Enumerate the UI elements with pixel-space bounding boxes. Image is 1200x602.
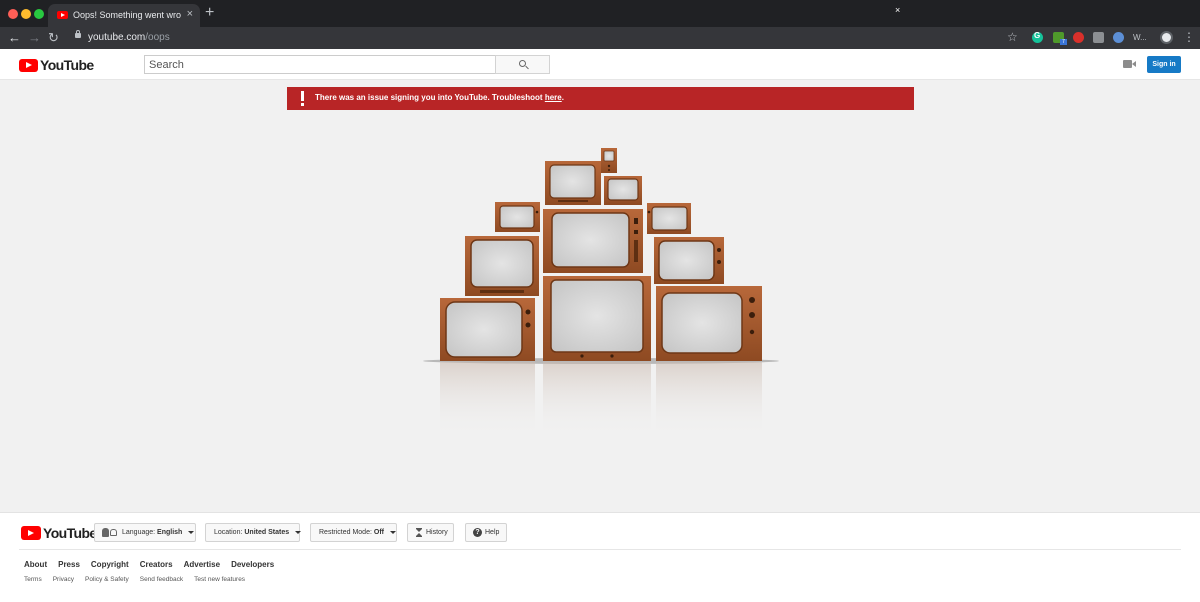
youtube-play-icon <box>19 58 38 72</box>
tv-tiny-top <box>601 148 617 173</box>
new-tab-button[interactable]: + <box>205 4 214 22</box>
browser-menu-icon[interactable]: ⋮ <box>1183 30 1195 44</box>
extension-icon[interactable] <box>1093 32 1104 43</box>
tv-middle-center <box>543 209 643 273</box>
footer-secondary-links: Terms Privacy Policy & Safety Send feedb… <box>24 576 245 583</box>
forward-button[interactable]: → <box>28 29 41 47</box>
tv-bottom-right <box>656 286 762 361</box>
footer-link-privacy[interactable]: Privacy <box>53 576 74 583</box>
language-value: English <box>157 529 183 536</box>
restricted-label: Restricted Mode: <box>319 529 372 536</box>
search-input[interactable] <box>144 55 496 74</box>
location-button[interactable]: Location: United States <box>205 523 302 542</box>
lock-icon[interactable] <box>75 30 81 38</box>
extension-badge: 7 <box>1060 39 1067 45</box>
history-button[interactable]: History <box>407 523 454 542</box>
footer-link-developers[interactable]: Developers <box>231 560 274 569</box>
minimize-window-button[interactable] <box>21 9 31 19</box>
grammarly-extension-icon[interactable] <box>1032 31 1043 43</box>
restricted-mode-button[interactable]: Restricted Mode: Off <box>310 523 397 542</box>
search-icon <box>519 60 526 67</box>
language-icon <box>102 528 118 537</box>
footer-divider <box>19 549 1181 550</box>
footer-link-press[interactable]: Press <box>58 560 80 569</box>
tv-top-right <box>604 176 642 205</box>
browser-tab[interactable]: Oops! Something went wrong. × <box>48 4 200 27</box>
alert-message-text: There was an issue signing you into YouT… <box>315 93 545 102</box>
help-label: Help <box>485 529 500 536</box>
browser-tab-bar: Oops! Something went wrong. × + <box>0 0 1200 27</box>
footer-link-terms[interactable]: Terms <box>24 576 42 583</box>
troubleshoot-link[interactable]: here <box>545 93 562 102</box>
w-extension-icon[interactable]: W... <box>1133 33 1147 44</box>
extension-circle-icon[interactable] <box>1113 32 1124 43</box>
adblock-extension-icon[interactable] <box>1073 32 1084 43</box>
search-button[interactable] <box>495 55 550 74</box>
tab-close-icon[interactable]: × <box>187 8 193 21</box>
footer-link-send-feedback[interactable]: Send feedback <box>140 576 183 583</box>
language-label: Language: <box>122 529 156 536</box>
reload-button[interactable]: ↻ <box>48 29 59 47</box>
footer-link-advertise[interactable]: Advertise <box>184 560 220 569</box>
alert-close-icon[interactable]: × <box>895 5 900 15</box>
youtube-play-icon <box>21 526 41 540</box>
tv-small-right <box>647 203 691 234</box>
tv-bottom-left <box>440 298 535 361</box>
restricted-value: Off <box>373 529 384 536</box>
tab-title: Oops! Something went wrong. <box>73 10 181 20</box>
signin-error-alert: There was an issue signing you into YouT… <box>287 87 914 110</box>
browser-toolbar: ← → ↻ youtube.com/oops ☆ 7 W... ⋮ <box>0 27 1200 49</box>
chevron-down-icon <box>295 530 302 534</box>
footer-primary-links: About Press Copyright Creators Advertise… <box>24 560 274 569</box>
footer-logo-text: YouTube <box>43 525 97 541</box>
tv-reflection <box>440 362 762 437</box>
tv-bottom-center <box>543 276 651 361</box>
tv-middle-left <box>465 236 539 296</box>
exclamation-icon <box>301 91 304 106</box>
footer-link-policy-safety[interactable]: Policy & Safety <box>85 576 129 583</box>
help-button[interactable]: ? Help <box>465 523 507 542</box>
youtube-favicon-icon <box>57 11 68 19</box>
upload-video-icon[interactable] <box>1123 60 1136 68</box>
chevron-down-icon <box>389 530 396 534</box>
language-button[interactable]: Language: English <box>94 523 196 542</box>
footer-youtube-logo[interactable]: YouTube <box>21 525 97 541</box>
tv-small-left <box>495 202 540 232</box>
address-bar[interactable]: youtube.com/oops <box>88 32 170 43</box>
footer-link-copyright[interactable]: Copyright <box>91 560 129 569</box>
tv-top-left <box>545 161 601 205</box>
stacked-tvs-illustration <box>423 148 779 437</box>
url-domain: youtube.com <box>88 32 146 43</box>
bookmark-star-icon[interactable]: ☆ <box>1007 30 1018 44</box>
alert-message: There was an issue signing you into YouT… <box>315 93 564 102</box>
hourglass-icon <box>416 528 422 537</box>
footer-link-creators[interactable]: Creators <box>140 560 173 569</box>
location-value: United States <box>244 529 290 536</box>
page-footer: YouTube Language: English Location: Unit… <box>0 512 1200 602</box>
back-button[interactable]: ← <box>8 29 21 47</box>
zoom-window-button[interactable] <box>34 9 44 19</box>
sign-in-button[interactable]: Sign in <box>1147 56 1181 73</box>
location-label: Location: <box>214 529 243 536</box>
url-path: /oops <box>145 32 170 43</box>
footer-link-test-new-features[interactable]: Test new features <box>194 576 245 583</box>
tv-middle-right <box>654 237 724 284</box>
history-label: History <box>426 529 448 536</box>
footer-link-about[interactable]: About <box>24 560 47 569</box>
youtube-header: YouTube Sign in <box>0 49 1200 80</box>
close-window-button[interactable] <box>8 9 18 19</box>
alert-message-suffix: . <box>561 93 564 102</box>
youtube-logo[interactable]: YouTube <box>19 57 94 73</box>
help-icon: ? <box>473 528 482 537</box>
chevron-down-icon <box>188 530 195 534</box>
youtube-logo-text: YouTube <box>40 57 94 73</box>
profile-avatar-icon[interactable] <box>1160 31 1173 44</box>
